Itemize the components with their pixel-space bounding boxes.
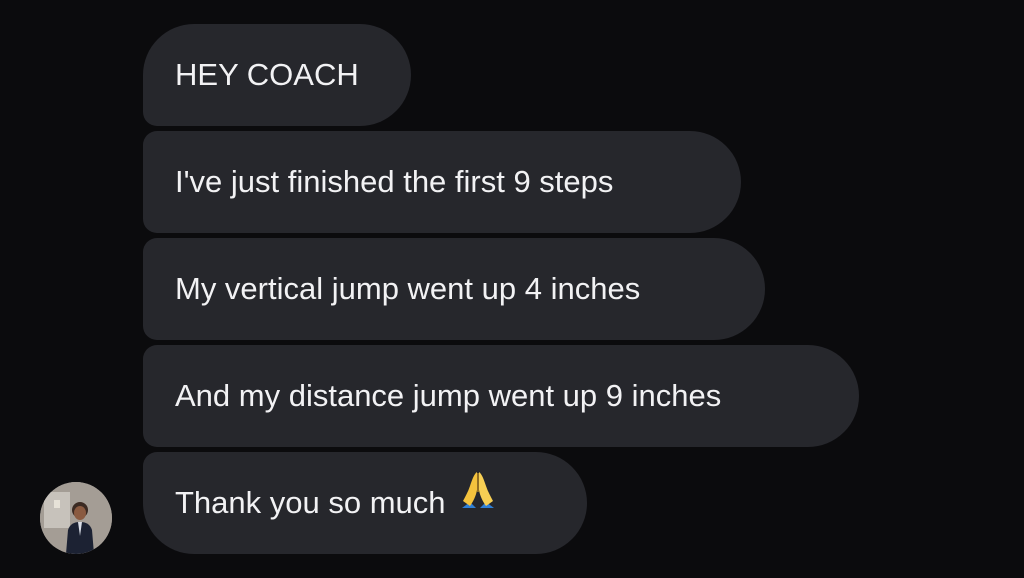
message-text: Thank you so much: [175, 485, 446, 520]
message-text: And my distance jump went up 9 inches: [175, 378, 722, 413]
message-bubble[interactable]: I've just finished the first 9 steps: [143, 131, 741, 233]
folded-hands-icon: [456, 451, 500, 553]
message-text: My vertical jump went up 4 inches: [175, 271, 641, 306]
message-bubble[interactable]: Thank you so much: [143, 452, 587, 554]
user-avatar-icon: [40, 482, 112, 554]
message-bubble[interactable]: HEY COACH: [143, 24, 411, 126]
avatar[interactable]: [40, 482, 112, 554]
message-text: I've just finished the first 9 steps: [175, 164, 614, 199]
message-thread: HEY COACH I've just finished the first 9…: [0, 0, 1024, 578]
message-text: HEY COACH: [175, 57, 359, 92]
message-bubble[interactable]: And my distance jump went up 9 inches: [143, 345, 859, 447]
message-bubble[interactable]: My vertical jump went up 4 inches: [143, 238, 765, 340]
